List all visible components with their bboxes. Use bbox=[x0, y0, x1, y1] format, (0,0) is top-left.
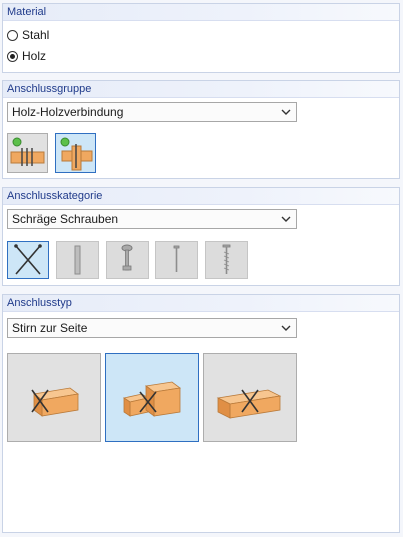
beam-side-screws-icon bbox=[216, 389, 282, 419]
type-button-beam-side[interactable] bbox=[203, 353, 297, 442]
chevron-down-icon bbox=[281, 216, 291, 222]
anschlussgruppe-dropdown-value: Holz-Holzverbindung bbox=[12, 105, 124, 119]
material-header: Material bbox=[3, 4, 399, 21]
anschlussgruppe-dropdown[interactable]: Holz-Holzverbindung bbox=[7, 102, 297, 122]
nail-icon bbox=[173, 245, 180, 272]
chevron-down-icon bbox=[281, 109, 291, 115]
category-button-inclined-screws[interactable] bbox=[7, 241, 49, 279]
screw-icon bbox=[222, 244, 231, 274]
chevron-down-icon bbox=[281, 325, 291, 331]
anschlusstyp-group: Anschlusstyp Stirn zur Seite bbox=[2, 294, 400, 533]
material-group: Material Stahl Holz bbox=[2, 3, 400, 73]
radio-holz[interactable]: Holz bbox=[7, 49, 46, 63]
anschlusstyp-dropdown-value: Stirn zur Seite bbox=[12, 321, 88, 335]
category-button-nail[interactable] bbox=[155, 241, 198, 279]
anschlusskategorie-dropdown-value: Schräge Schrauben bbox=[12, 212, 119, 226]
category-button-dowel[interactable] bbox=[56, 241, 99, 279]
wood-wood-cross-connection-icon bbox=[60, 137, 93, 171]
dowel-icon bbox=[74, 245, 81, 275]
end-to-side-screws-icon bbox=[122, 381, 182, 417]
group-button-wood-wood[interactable] bbox=[7, 133, 48, 173]
bolt-icon bbox=[121, 244, 133, 271]
group-button-wood-cross[interactable] bbox=[55, 133, 96, 173]
type-button-end-to-side[interactable] bbox=[105, 353, 199, 442]
radio-stahl-label: Stahl bbox=[22, 28, 50, 42]
radio-holz-label: Holz bbox=[22, 49, 47, 63]
anschlusstyp-dropdown[interactable]: Stirn zur Seite bbox=[7, 318, 297, 338]
category-button-screw[interactable] bbox=[205, 241, 248, 279]
radio-stahl[interactable]: Stahl bbox=[7, 28, 49, 42]
anschlussgruppe-header: Anschlussgruppe bbox=[3, 81, 399, 98]
anschlussgruppe-group: Anschlussgruppe Holz-Holzverbindung bbox=[2, 80, 400, 179]
beam-end-screws-icon bbox=[31, 387, 79, 417]
anschlusskategorie-group: Anschlusskategorie Schräge Schrauben bbox=[2, 187, 400, 286]
wood-wood-connection-icon bbox=[10, 137, 45, 166]
radio-stahl-circle[interactable] bbox=[7, 29, 18, 41]
radio-holz-circle[interactable] bbox=[7, 50, 18, 62]
anschlusskategorie-header: Anschlusskategorie bbox=[3, 188, 399, 205]
anschlusstyp-header: Anschlusstyp bbox=[3, 295, 399, 312]
inclined-screws-icon bbox=[14, 244, 42, 275]
anschlusskategorie-dropdown[interactable]: Schräge Schrauben bbox=[7, 209, 297, 229]
type-button-beam-end[interactable] bbox=[7, 353, 101, 442]
category-button-bolt[interactable] bbox=[106, 241, 149, 279]
